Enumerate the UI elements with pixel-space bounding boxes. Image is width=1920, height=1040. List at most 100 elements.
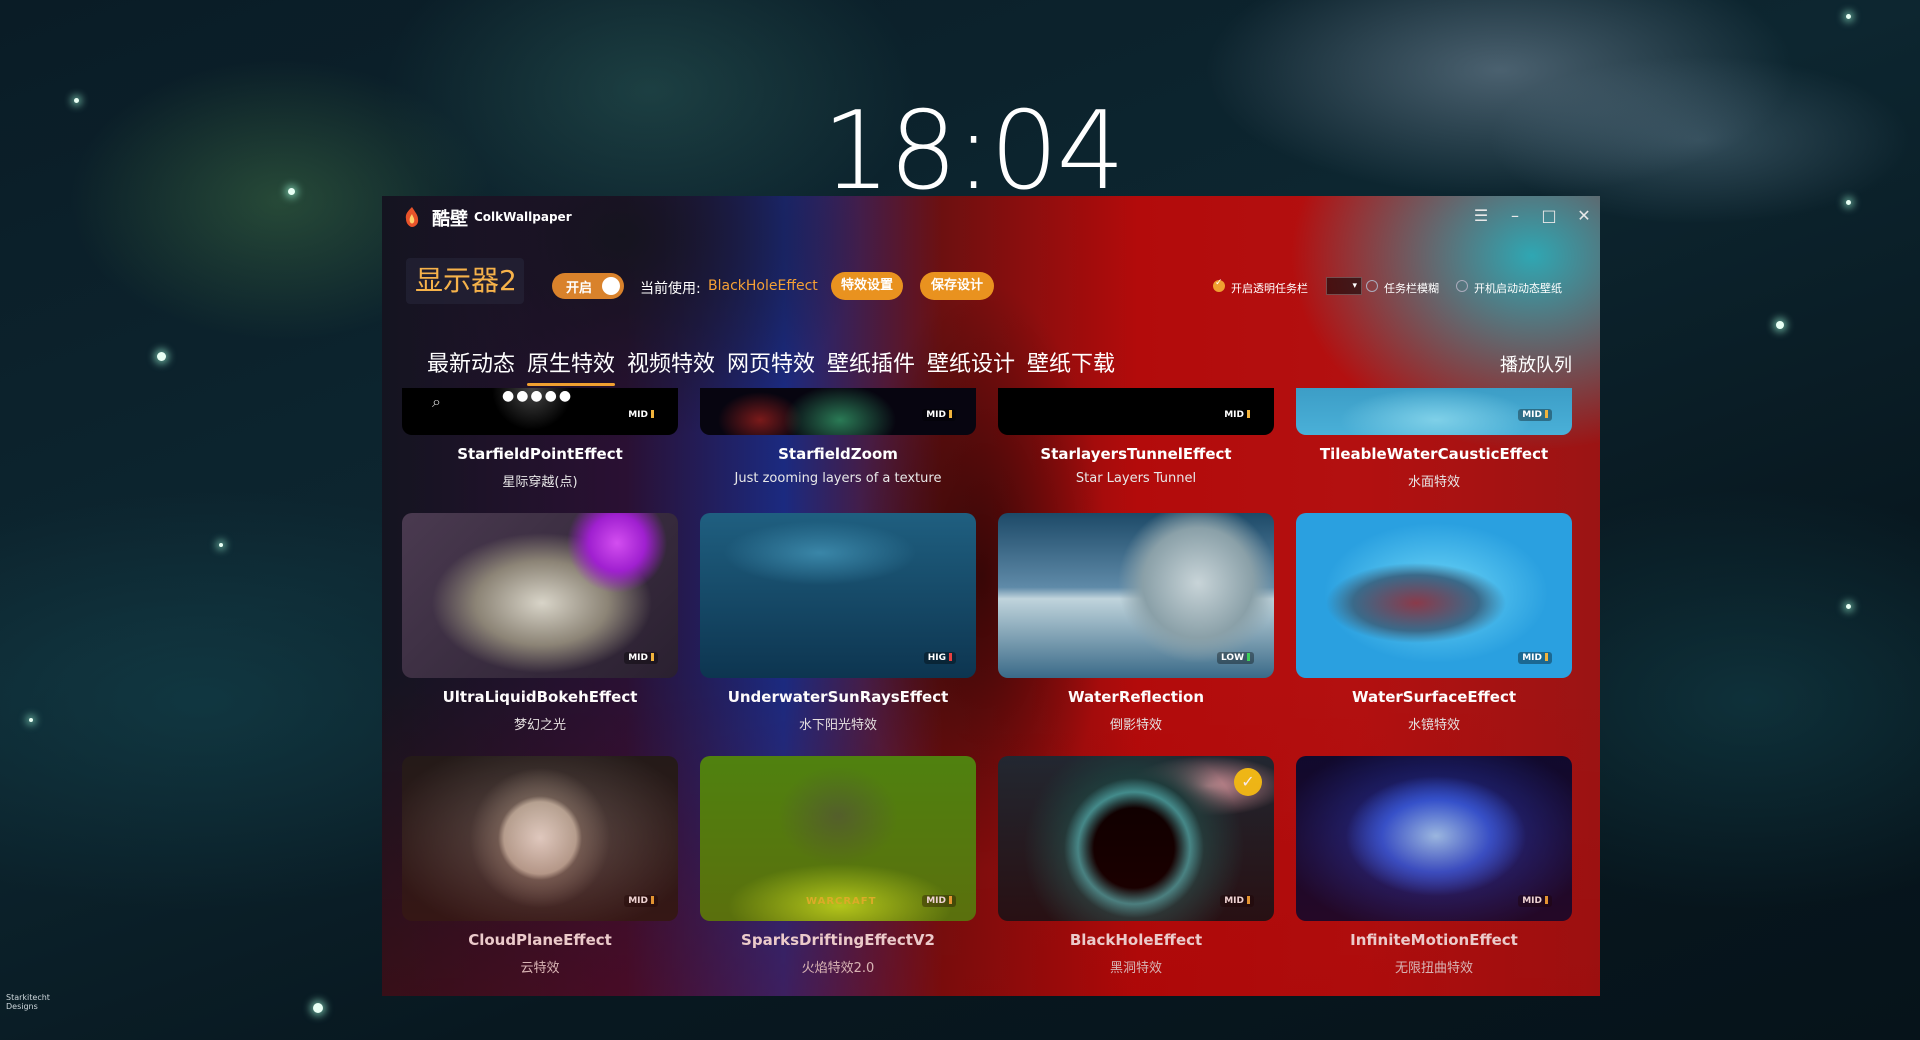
quality-badge: MID <box>624 895 658 907</box>
effect-card[interactable]: ●●●●● ⌕ MID StarfieldPointEffect 星际穿越(点) <box>402 388 678 510</box>
effect-card[interactable]: WARCRAFT MID SparksDriftingEffectV2 火焰特效… <box>700 756 976 996</box>
quality-badge: LOW <box>1217 652 1254 664</box>
taskbar-dropdown[interactable]: ▾ <box>1326 277 1362 295</box>
tab-web-effects[interactable]: 网页特效 <box>727 346 815 378</box>
card-title: StarlayersTunnelEffect <box>1040 445 1232 463</box>
thumbnail: ✓ MID <box>998 756 1274 921</box>
enable-toggle[interactable]: 开启 <box>552 273 624 299</box>
toggle-knob <box>602 277 620 295</box>
thumbnail: MID <box>1296 513 1572 678</box>
star <box>219 543 223 547</box>
thumbnail: MID <box>1296 388 1572 435</box>
effect-card[interactable]: MID CloudPlaneEffect 云特效 <box>402 756 678 996</box>
thumbnail: LOW <box>998 513 1274 678</box>
play-queue-button[interactable]: 播放队列 <box>1500 351 1572 377</box>
startup-dynamic-label: 开机启动动态壁纸 <box>1474 282 1562 295</box>
save-design-button[interactable]: 保存设计 <box>920 272 994 300</box>
app-window: 酷壁 ColkWallpaper ☰ – □ ✕ 显示器2 开启 当前使用: B… <box>382 196 1600 996</box>
tab-wallpaper-download[interactable]: 壁纸下载 <box>1027 346 1115 378</box>
card-description: 梦幻之光 <box>513 718 566 733</box>
thumbnail: MID <box>402 756 678 921</box>
tab-native-effects[interactable]: 原生特效 <box>527 346 616 386</box>
star <box>157 352 166 361</box>
card-title: UltraLiquidBokehEffect <box>442 688 638 706</box>
quality-badge: MID <box>624 652 658 664</box>
star <box>1846 604 1851 609</box>
quality-badge: MID <box>922 895 956 907</box>
effect-card[interactable]: MID TileableWaterCausticEffect 水面特效 <box>1296 388 1572 510</box>
thumbnail: MID <box>998 388 1274 435</box>
effect-card[interactable]: MID StarlayersTunnelEffect Star Layers T… <box>998 388 1274 510</box>
thumbnail: MID <box>700 388 976 435</box>
quality-badge: MID <box>1220 895 1254 907</box>
card-description: 水镜特效 <box>1407 718 1460 733</box>
taskbar-blur-label: 任务栏模糊 <box>1384 282 1439 295</box>
effect-card[interactable]: MID StarfieldZoom Just zooming layers of… <box>700 388 976 510</box>
logo-line-1: Starkitecht <box>6 993 50 1002</box>
card-title: UnderwaterSunRaysEffect <box>727 688 949 706</box>
minimize-button[interactable]: – <box>1503 204 1527 228</box>
dots-decoration: ●●●●● <box>502 388 574 404</box>
desktop-corner-logo: Starkitecht Designs <box>6 993 50 1011</box>
star <box>29 718 33 722</box>
menu-button[interactable]: ☰ <box>1469 204 1493 228</box>
card-title: SparksDriftingEffectV2 <box>741 931 935 949</box>
effect-card[interactable]: ✓ MID BlackHoleEffect 黑洞特效 <box>998 756 1274 996</box>
title-bar[interactable]: 酷壁 ColkWallpaper ☰ – □ ✕ <box>382 196 1600 236</box>
quality-badge: HIG <box>923 652 956 664</box>
thumbnail: MID <box>402 513 678 678</box>
effect-card[interactable]: MID WaterSurfaceEffect 水镜特效 <box>1296 513 1572 753</box>
star <box>1846 14 1851 19</box>
star <box>74 98 79 103</box>
card-description: 云特效 <box>520 961 560 976</box>
card-title: InfiniteMotionEffect <box>1350 931 1518 949</box>
app-title-en: ColkWallpaper <box>474 210 572 224</box>
quality-badge: MID <box>1518 895 1552 907</box>
effect-card[interactable]: HIG UnderwaterSunRaysEffect 水下阳光特效 <box>700 513 976 753</box>
quality-badge: MID <box>624 409 658 421</box>
quality-badge: MID <box>1518 652 1552 664</box>
card-title: BlackHoleEffect <box>1069 931 1203 949</box>
maximize-button[interactable]: □ <box>1537 204 1561 228</box>
tab-wallpaper-plugins[interactable]: 壁纸插件 <box>827 346 915 378</box>
effect-card[interactable]: LOW WaterReflection 倒影特效 <box>998 513 1274 753</box>
tab-latest[interactable]: 最新动态 <box>427 346 515 378</box>
card-description: Just zooming layers of a texture <box>734 471 942 486</box>
card-description: 无限扭曲特效 <box>1394 961 1473 976</box>
card-title: StarfieldPointEffect <box>457 445 623 463</box>
app-title-cn: 酷壁 <box>432 209 468 230</box>
card-description: 火焰特效2.0 <box>801 961 875 976</box>
transparent-taskbar-radio[interactable] <box>1213 278 1225 292</box>
card-description: 倒影特效 <box>1109 718 1162 733</box>
current-effect-name: BlackHoleEffect <box>708 278 818 294</box>
thumbnail: HIG <box>700 513 976 678</box>
effect-card[interactable]: MID InfiniteMotionEffect 无限扭曲特效 <box>1296 756 1572 996</box>
card-description: 星际穿越(点) <box>502 475 578 490</box>
startup-dynamic-radio[interactable] <box>1456 280 1468 292</box>
card-description: Star Layers Tunnel <box>1075 471 1197 486</box>
quality-badge: MID <box>922 409 956 421</box>
tab-wallpaper-design[interactable]: 壁纸设计 <box>927 346 1015 378</box>
thumbnail: WARCRAFT MID <box>700 756 976 921</box>
effects-grid: ●●●●● ⌕ MID StarfieldPointEffect 星际穿越(点)… <box>382 388 1600 996</box>
star <box>288 188 295 195</box>
card-description: 黑洞特效 <box>1109 961 1162 976</box>
card-title: TileableWaterCausticEffect <box>1319 445 1549 463</box>
warcraft-logo: WARCRAFT <box>806 896 877 907</box>
tab-video-effects[interactable]: 视频特效 <box>627 346 715 378</box>
card-description: 水下阳光特效 <box>798 718 877 733</box>
transparent-taskbar-label: 开启透明任务栏 <box>1231 282 1308 295</box>
monitor-selector[interactable]: 显示器2 <box>406 258 524 304</box>
effect-settings-button[interactable]: 特效设置 <box>831 272 903 300</box>
card-title: StarfieldZoom <box>778 445 898 463</box>
search-icon: ⌕ <box>432 392 441 411</box>
close-button[interactable]: ✕ <box>1572 204 1596 228</box>
effect-card[interactable]: MID UltraLiquidBokehEffect 梦幻之光 <box>402 513 678 753</box>
taskbar-blur-radio[interactable] <box>1366 280 1378 292</box>
quality-badge: MID <box>1518 409 1552 421</box>
card-title: WaterReflection <box>1067 688 1205 706</box>
star <box>1846 200 1851 205</box>
app-logo-icon <box>405 207 419 227</box>
card-title: WaterSurfaceEffect <box>1351 688 1517 706</box>
selected-check-icon: ✓ <box>1234 768 1262 796</box>
